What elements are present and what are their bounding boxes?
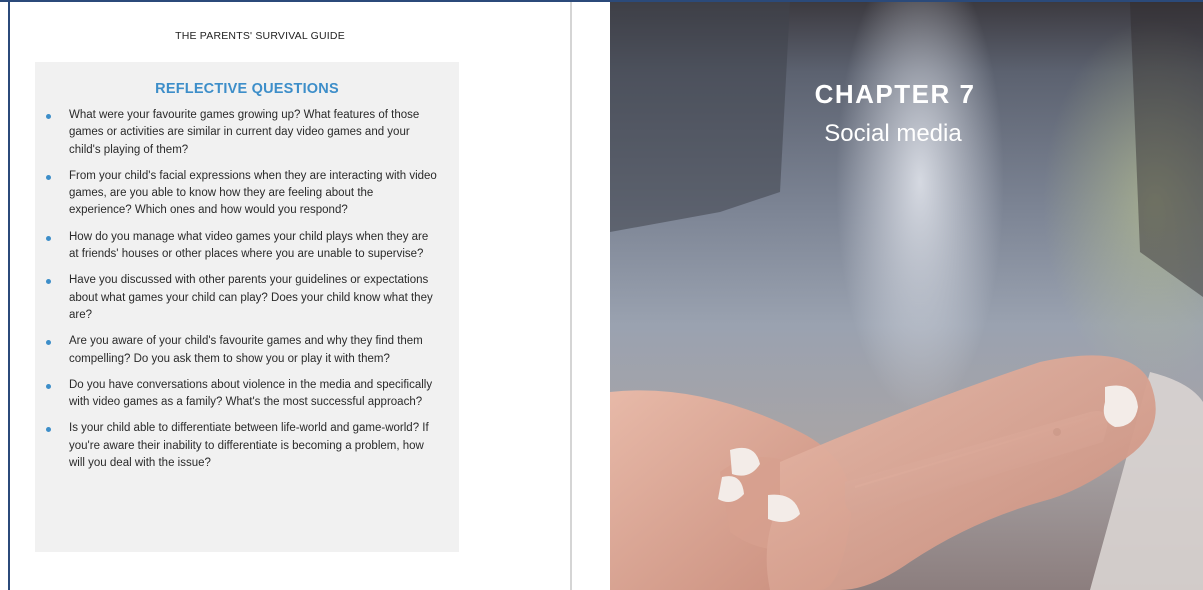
bullet-dot-icon <box>46 174 51 180</box>
bullet-dot-icon <box>46 427 51 433</box>
question-item: From your child's facial expressions whe… <box>46 168 437 220</box>
left-page: THE PARENTS' SURVIVAL GUIDE REFLECTIVE Q… <box>10 2 570 590</box>
question-text: How do you manage what video games your … <box>69 230 429 261</box>
chapter-number: CHAPTER 7 <box>814 79 976 109</box>
bullet-dot-icon <box>46 340 51 346</box>
question-text: Have you discussed with other parents yo… <box>69 274 433 321</box>
box-title: REFLECTIVE QUESTIONS <box>155 81 339 97</box>
question-item: Have you discussed with other parents yo… <box>46 272 437 324</box>
bullet-dot-icon <box>46 235 51 241</box>
question-text: Are you aware of your child's favourite … <box>69 335 423 365</box>
question-text: What were your favourite games growing u… <box>69 109 420 156</box>
question-item: What were your favourite games growing u… <box>46 107 437 159</box>
bullet-dot-icon <box>46 279 51 285</box>
question-item: Do you have conversations about violence… <box>46 377 437 412</box>
questions-list: What were your favourite games growing u… <box>46 107 437 472</box>
bullet-dot-icon <box>46 383 51 389</box>
reflective-questions-box: REFLECTIVE QUESTIONS What were your favo… <box>35 62 459 552</box>
question-item: Is your child able to differentiate betw… <box>46 420 437 472</box>
chapter-title: Social media <box>824 120 962 147</box>
question-text: Do you have conversations about violence… <box>69 378 433 409</box>
question-text: From your child's facial expressions whe… <box>69 169 437 217</box>
page-gutter-gap <box>572 2 610 590</box>
question-item: Are you aware of your child's favourite … <box>46 333 437 368</box>
bullet-dot-icon <box>46 114 51 119</box>
right-page: CHAPTER 7 Social media <box>610 2 1203 590</box>
question-text: Is your child able to differentiate betw… <box>69 422 429 470</box>
question-item: How do you manage what video games your … <box>46 229 437 264</box>
running-head: THE PARENTS' SURVIVAL GUIDE <box>175 30 345 42</box>
